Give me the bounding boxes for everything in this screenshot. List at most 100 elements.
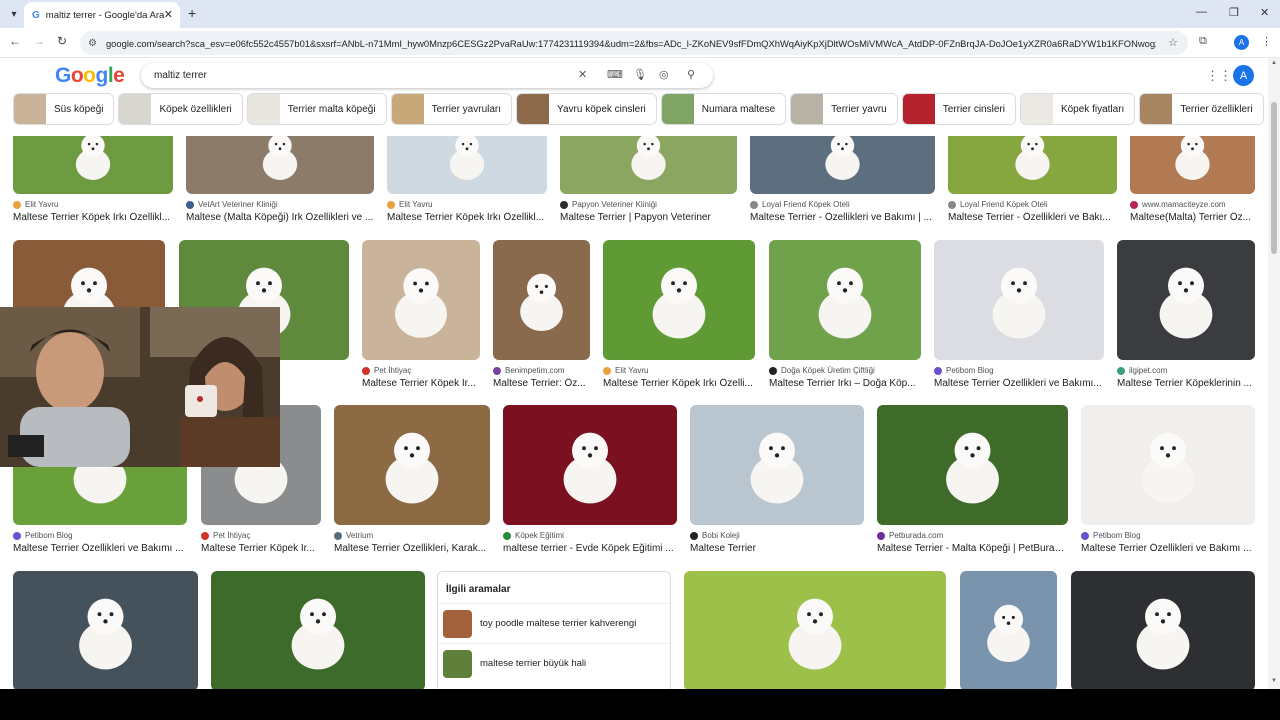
result-source[interactable]: VetArt Veteriner Kliniği: [186, 200, 374, 209]
image-result[interactable]: [1071, 571, 1255, 689]
result-image[interactable]: [334, 405, 490, 525]
image-result[interactable]: VetArt Veteriner Kliniği Maltese (Malta K…: [186, 136, 374, 223]
new-tab-icon[interactable]: +: [188, 5, 196, 21]
search-icon[interactable]: ⚲: [687, 68, 695, 81]
result-source[interactable]: Elit Yavru: [387, 200, 547, 209]
result-source[interactable]: Elit Yavru: [13, 200, 173, 209]
result-source[interactable]: Pet İhtiyaç: [362, 366, 480, 375]
image-result[interactable]: www.mamaciteyze.com Maltese(Malta) Terrie…: [1130, 136, 1255, 223]
extensions-icon[interactable]: ⧉: [1199, 35, 1207, 48]
result-source[interactable]: Loyal Friend Köpek Oteli: [750, 200, 935, 209]
result-title[interactable]: Maltese Terrier Özellikleri ve Bakımı...: [934, 378, 1104, 389]
forward-icon[interactable]: →: [33, 34, 45, 48]
keyboard-icon[interactable]: ⌨: [607, 68, 623, 81]
page-scrollbar[interactable]: ▲ ▼: [1268, 58, 1280, 689]
result-image[interactable]: [211, 571, 425, 689]
microphone-icon[interactable]: 🎙: [633, 68, 647, 81]
image-result[interactable]: Pet İhtiyaç Maltese Terrier Köpek Ir...: [362, 240, 480, 389]
image-result[interactable]: Köpek Eğitimi maltese terrier - Evde Köpe…: [503, 405, 677, 554]
result-image[interactable]: [493, 240, 590, 360]
related-search-item[interactable]: toy poodle maltese terrier kahverengi: [438, 603, 670, 643]
result-title[interactable]: Maltese Terrier: Öz...: [493, 378, 590, 389]
result-title[interactable]: Maltese Terrier - Özellikleri ve Bakımı …: [750, 212, 935, 223]
result-image[interactable]: [387, 136, 547, 194]
result-source[interactable]: Petburada.com: [877, 531, 1068, 540]
image-result[interactable]: [684, 571, 946, 689]
chip-8[interactable]: Köpek fiyatları: [1019, 93, 1136, 125]
image-result[interactable]: [211, 571, 425, 689]
result-title[interactable]: Maltese Terrier - Malta Köpeği | PetBura…: [877, 543, 1068, 554]
result-source[interactable]: Petibom Blog: [1081, 531, 1255, 540]
result-image[interactable]: [186, 136, 374, 194]
reload-icon[interactable]: ↻: [57, 34, 67, 48]
result-image[interactable]: [13, 571, 198, 689]
result-image[interactable]: [1081, 405, 1255, 525]
result-title[interactable]: Maltese Terrier Köpek Irkı Özelli...: [603, 378, 755, 389]
browser-tab[interactable]: G maltiz terrer - Google'da Ara ✕: [24, 2, 180, 28]
result-image[interactable]: [1130, 136, 1255, 194]
image-result[interactable]: Petburada.com Maltese Terrier - Malta Köp…: [877, 405, 1068, 554]
result-image[interactable]: [684, 571, 946, 689]
result-image[interactable]: [13, 136, 173, 194]
result-title[interactable]: maltese terrier - Evde Köpek Eğitimi ...: [503, 543, 677, 554]
result-source[interactable]: Pet İhtiyaç: [201, 531, 321, 540]
account-avatar[interactable]: A: [1233, 65, 1254, 86]
result-title[interactable]: Maltese Terrier Özellikleri ve Bakımı ..…: [13, 543, 187, 554]
result-source[interactable]: Köpek Eğitimi: [503, 531, 677, 540]
result-title[interactable]: Maltese Terrier - Özellikleri ve Bakı...: [948, 212, 1117, 223]
image-result[interactable]: Bobi Koleji Maltese Terrier: [690, 405, 864, 554]
result-title[interactable]: Maltese Terrier Irkı – Doğa Köp...: [769, 378, 921, 389]
image-result[interactable]: Elit Yavru Maltese Terrier Köpek Irkı Öze…: [387, 136, 547, 223]
restore-icon[interactable]: ❐: [1229, 6, 1239, 19]
image-result[interactable]: Petibom Blog Maltese Terrier Özellikleri …: [934, 240, 1104, 389]
google-logo[interactable]: Google: [55, 64, 125, 88]
close-window-icon[interactable]: ✕: [1260, 6, 1269, 19]
result-title[interactable]: Maltese(Malta) Terrier Öz...: [1130, 212, 1255, 223]
result-title[interactable]: Maltese Terrier Köpek Ir...: [201, 543, 321, 554]
result-image[interactable]: [503, 405, 677, 525]
scrollbar-thumb[interactable]: [1271, 102, 1277, 254]
result-title[interactable]: Maltese Terrier Özellikleri ve Bakımı ..…: [1081, 543, 1255, 554]
result-source[interactable]: Loyal Friend Köpek Oteli: [948, 200, 1117, 209]
result-source[interactable]: www.mamaciteyze.com: [1130, 200, 1255, 209]
result-title[interactable]: Maltese Terrier Özellikleri, Karak...: [334, 543, 490, 554]
result-image[interactable]: [948, 136, 1117, 194]
result-image[interactable]: [690, 405, 864, 525]
result-source[interactable]: Papyon Veteriner Kliniği: [560, 200, 737, 209]
result-image[interactable]: [960, 571, 1057, 689]
result-title[interactable]: Maltese Terrier Köpek Irkı Özellikl...: [13, 212, 173, 223]
result-image[interactable]: [603, 240, 755, 360]
image-result[interactable]: Petibom Blog Maltese Terrier Özellikleri …: [1081, 405, 1255, 554]
result-title[interactable]: Maltese (Malta Köpeği) Irk Özellikleri v…: [186, 212, 374, 223]
site-info-icon[interactable]: ⚙: [88, 38, 97, 49]
back-icon[interactable]: ←: [9, 34, 21, 48]
chip-3[interactable]: Terrier yavruları: [390, 93, 513, 125]
address-bar[interactable]: ⚙ google.com/search?sca_esv=e06fc552c455…: [80, 31, 1188, 55]
result-title[interactable]: Maltese Terrier Köpek Ir...: [362, 378, 480, 389]
result-source[interactable]: Bobi Koleji: [690, 531, 864, 540]
result-title[interactable]: Maltese Terrier: [690, 543, 864, 554]
result-image[interactable]: [362, 240, 480, 360]
result-image[interactable]: [934, 240, 1104, 360]
result-source[interactable]: Doğa Köpek Üretim Çiftliği: [769, 366, 921, 375]
scroll-down-arrow-icon[interactable]: ▼: [1271, 678, 1277, 684]
result-source[interactable]: Elit Yavru: [603, 366, 755, 375]
image-result[interactable]: ilgipet.com Maltese Terrier Köpeklerinin …: [1117, 240, 1255, 389]
bookmark-star-icon[interactable]: ☆: [1168, 36, 1178, 49]
image-result[interactable]: Benimpetim.com Maltese Terrier: Öz...: [493, 240, 590, 389]
result-title[interactable]: Maltese Terrier | Papyon Veteriner: [560, 212, 737, 223]
result-source[interactable]: ilgipet.com: [1117, 366, 1255, 375]
chip-7[interactable]: Terrier cinsleri: [901, 93, 1016, 125]
result-source[interactable]: Benimpetim.com: [493, 366, 590, 375]
result-image[interactable]: [1071, 571, 1255, 689]
chip-9[interactable]: Terrier özellikleri: [1139, 93, 1264, 125]
result-source[interactable]: Petibom Blog: [934, 366, 1104, 375]
image-result[interactable]: Elit Yavru Maltese Terrier Köpek Irkı Öze…: [13, 136, 173, 223]
result-source[interactable]: Vetrium: [334, 531, 490, 540]
chip-6[interactable]: Terrier yavru: [790, 93, 898, 125]
lens-icon[interactable]: ◎: [659, 68, 669, 81]
image-result[interactable]: Elit Yavru Maltese Terrier Köpek Irkı Öze…: [603, 240, 755, 389]
image-result[interactable]: [960, 571, 1057, 689]
close-tab-icon[interactable]: ✕: [164, 8, 173, 21]
image-result[interactable]: Loyal Friend Köpek Oteli Maltese Terrier …: [750, 136, 935, 223]
